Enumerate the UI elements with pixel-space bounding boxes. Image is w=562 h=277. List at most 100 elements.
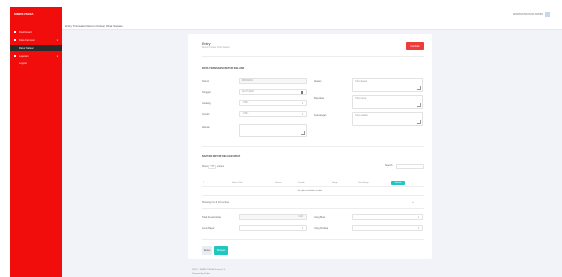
diperiksa-placeholder: Tulis nama	[355, 98, 367, 100]
gudang-value: - Pilih -	[242, 102, 250, 104]
pill-icon	[14, 39, 16, 41]
column-header-total-harga[interactable]: Total Harga	[358, 182, 369, 184]
show-label: Show	[202, 166, 208, 168]
sidebar-item-label: Dashboard	[19, 30, 32, 34]
vendor-value: - Pilih -	[242, 113, 250, 115]
column-header-jumlah[interactable]: Jumlah	[298, 182, 305, 184]
table-empty-message: No data available in table	[297, 190, 323, 192]
chevron-down-icon: ▾	[417, 227, 419, 230]
user-menu[interactable]: ADMINISTRATOR ADMIN	[513, 12, 550, 17]
user-name: ADMINISTRATOR ADMIN	[512, 13, 543, 16]
content-area: Entry Return Keluar Obat Satuan Kembali …	[62, 30, 562, 277]
footer: 2020 © SIMRS PEDIA Version 1.0 Powered b…	[192, 269, 225, 276]
footer-powered: Powered by Pedia	[192, 272, 210, 275]
alamat-textarea[interactable]	[239, 124, 307, 137]
resize-grip-icon[interactable]	[417, 86, 421, 90]
save-label: Simpan	[216, 249, 226, 252]
table-info: Showing 0 to 0 of 0 entries	[202, 202, 230, 204]
pagination[interactable]: ‹ ›	[412, 202, 414, 204]
footer-copyright: 2020 © SIMRS PEDIA Version 1.0	[192, 269, 226, 271]
total-label: Total Keseluruhan	[202, 216, 222, 219]
nomor-field[interactable]: RK001001	[239, 78, 307, 84]
dashboard-icon	[14, 31, 16, 33]
alasan-label: Alasan	[314, 80, 322, 83]
sidebar-item-logout[interactable]: Logout	[10, 60, 62, 66]
sidebar-item-label: Logout	[19, 61, 27, 65]
chevron-down-icon: ▾	[417, 216, 419, 219]
keterangan-placeholder: Tulis catatan	[355, 115, 368, 117]
vendor-label: Vendor	[202, 113, 210, 116]
diperiksa-label: Diperiksa	[314, 97, 324, 100]
diperiksa-textarea[interactable]: Tulis nama	[352, 95, 423, 109]
total-field: 0,00	[239, 214, 307, 220]
sidebar-item-label: Data Farmasi	[19, 38, 35, 42]
entries-length: Show 10 entries	[202, 165, 224, 169]
gudang-select[interactable]: - Pilih - ▾	[239, 100, 307, 106]
alasan-placeholder: Tulis alasan	[355, 81, 368, 83]
chevron-down-icon: ▾	[301, 227, 303, 230]
reset-button[interactable]: Reset	[202, 246, 212, 255]
yang-buat-select[interactable]: ▾	[352, 214, 423, 220]
keterangan-label: Keterangan	[314, 114, 327, 117]
page-title: Entry Transaksi Return Keluar Obat Satua…	[65, 24, 123, 28]
divider	[202, 195, 424, 196]
tanggal-field[interactable]: 02-07-2020	[239, 89, 307, 95]
column-header-number[interactable]: #	[203, 182, 204, 184]
nomor-value: RK001001	[242, 80, 253, 82]
keterangan-textarea[interactable]: Tulis catatan	[352, 112, 423, 126]
jenis-bayar-label: Jenis Bayar	[202, 227, 215, 230]
chevron-down-icon: ▾	[301, 102, 303, 105]
entry-card: Entry Return Keluar Obat Satuan Kembali …	[188, 34, 432, 259]
entries-select[interactable]: 10	[208, 165, 217, 169]
alamat-label: Alamat	[202, 126, 210, 129]
brand-logo: SIMRS PEDIA	[14, 12, 34, 16]
entries-label: entries	[217, 166, 224, 168]
reset-label: Reset	[203, 249, 211, 252]
sidebar-item-laporan[interactable]: Laporan ▾	[10, 53, 62, 59]
save-button[interactable]: Simpan	[214, 246, 228, 255]
add-item-button[interactable]: Tambah	[391, 181, 405, 185]
alasan-textarea[interactable]: Tulis alasan	[352, 78, 423, 92]
sidebar-item-retur-keluar[interactable]: Retur Keluar	[10, 45, 62, 51]
sidebar-item-data-farmasi[interactable]: Data Farmasi ▾	[10, 37, 62, 43]
column-header-nama-obat[interactable]: Nama Obat	[232, 182, 243, 184]
total-value: 0,00	[298, 216, 303, 218]
jenis-bayar-select[interactable]: ▾	[239, 225, 307, 231]
avatar[interactable]	[545, 12, 550, 17]
sidebar-item-dashboard[interactable]: Dashboard	[10, 29, 62, 35]
chevron-down-icon: ▾	[301, 113, 303, 116]
sidebar-item-label: Laporan	[19, 54, 29, 58]
yang-periksa-label: Yang Periksa	[314, 227, 329, 230]
column-header-satuan[interactable]: Satuan	[275, 182, 282, 184]
section-title-transaksi: DATA TRANSAKSI RETUR KELUAR	[202, 67, 245, 70]
search-input[interactable]	[396, 164, 424, 169]
resize-grip-icon[interactable]	[417, 103, 421, 107]
back-button[interactable]: Kembali	[406, 42, 424, 50]
search-label: Search:	[385, 165, 393, 167]
divider	[202, 56, 424, 57]
yang-periksa-select[interactable]: ▾	[352, 225, 423, 231]
calendar-icon[interactable]	[301, 91, 303, 94]
gudang-label: Gudang	[202, 102, 211, 105]
resize-grip-icon[interactable]	[417, 120, 421, 124]
resize-grip-icon[interactable]	[301, 131, 305, 135]
report-icon	[14, 55, 16, 57]
back-button-label: Kembali	[410, 44, 420, 48]
top-bar: Entry Transaksi Return Keluar Obat Satua…	[62, 7, 562, 30]
top-band	[0, 0, 562, 7]
chevron-down-icon: ▾	[56, 38, 58, 42]
tanggal-value: 02-07-2020	[242, 91, 254, 93]
add-item-label: Tambah	[394, 182, 402, 184]
vendor-select[interactable]: - Pilih - ▾	[239, 111, 307, 117]
nomor-label: Nomor	[202, 80, 210, 83]
divider	[202, 146, 424, 147]
chevron-down-icon: ▾	[56, 54, 58, 58]
column-header-harga[interactable]: Harga	[332, 182, 338, 184]
card-title: Entry	[202, 42, 211, 46]
divider	[202, 208, 424, 209]
entries-value: 10	[211, 166, 214, 168]
card-subtitle: Return Keluar Obat Satuan	[202, 47, 230, 49]
sidebar: SIMRS PEDIA Dashboard Data Farmasi ▾ Ret…	[10, 7, 62, 277]
yang-buat-label: Yang Buat	[314, 216, 325, 219]
divider	[202, 239, 424, 240]
